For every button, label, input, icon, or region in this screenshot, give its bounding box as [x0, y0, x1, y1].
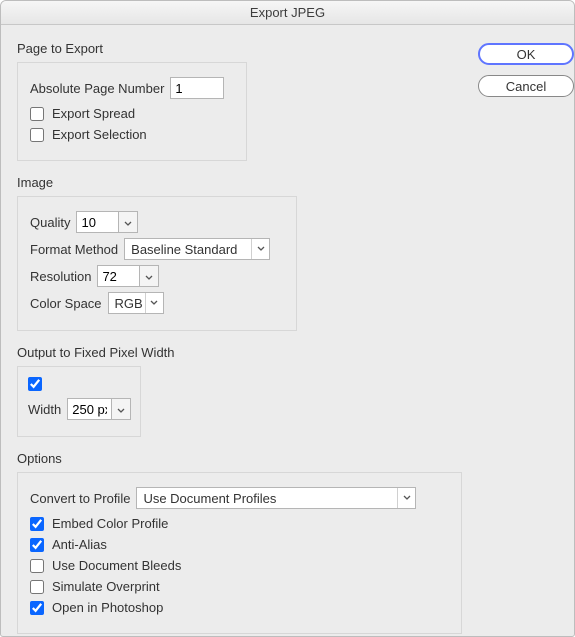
quality-input[interactable]: [76, 211, 118, 233]
quality-label: Quality: [30, 215, 70, 230]
embed-color-profile-checkbox[interactable]: [30, 517, 44, 531]
ok-button[interactable]: OK: [478, 43, 574, 65]
color-space-value: RGB: [115, 296, 143, 311]
resolution-input[interactable]: [97, 265, 139, 287]
resolution-label: Resolution: [30, 269, 91, 284]
convert-profile-value: Use Document Profiles: [143, 491, 276, 506]
open-in-photoshop-label: Open in Photoshop: [52, 600, 163, 615]
export-selection-checkbox[interactable]: [30, 128, 44, 142]
convert-profile-select[interactable]: Use Document Profiles: [136, 487, 416, 509]
export-jpeg-dialog: Export JPEG Page to Export Absolute Page…: [0, 0, 575, 637]
export-spread-label: Export Spread: [52, 106, 135, 121]
absolute-page-number-input[interactable]: [170, 77, 224, 99]
anti-alias-checkbox[interactable]: [30, 538, 44, 552]
width-label: Width: [28, 402, 61, 417]
chevron-down-icon: [145, 293, 163, 313]
output-fixed-width-checkbox[interactable]: [28, 377, 42, 391]
output-group: Width: [17, 366, 141, 437]
chevron-down-icon: [397, 488, 415, 508]
image-heading: Image: [17, 175, 462, 190]
chevron-down-icon: [124, 215, 132, 230]
quality-combo[interactable]: [76, 211, 138, 233]
chevron-down-icon: [117, 402, 125, 417]
color-space-label: Color Space: [30, 296, 102, 311]
chevron-down-icon: [251, 239, 269, 259]
format-method-value: Baseline Standard: [131, 242, 237, 257]
export-selection-label: Export Selection: [52, 127, 147, 142]
output-heading: Output to Fixed Pixel Width: [17, 345, 462, 360]
use-document-bleeds-checkbox[interactable]: [30, 559, 44, 573]
width-input[interactable]: [67, 398, 111, 420]
width-combo[interactable]: [67, 398, 131, 420]
dialog-title: Export JPEG: [1, 1, 574, 25]
quality-dropdown-button[interactable]: [118, 211, 138, 233]
page-export-group: Absolute Page Number Export Spread Expor…: [17, 62, 247, 161]
options-group: Convert to Profile Use Document Profiles…: [17, 472, 462, 634]
format-method-select[interactable]: Baseline Standard: [124, 238, 270, 260]
options-heading: Options: [17, 451, 462, 466]
color-space-select[interactable]: RGB: [108, 292, 164, 314]
convert-profile-label: Convert to Profile: [30, 491, 130, 506]
export-spread-checkbox[interactable]: [30, 107, 44, 121]
width-dropdown-button[interactable]: [111, 398, 131, 420]
resolution-dropdown-button[interactable]: [139, 265, 159, 287]
open-in-photoshop-checkbox[interactable]: [30, 601, 44, 615]
anti-alias-label: Anti-Alias: [52, 537, 107, 552]
simulate-overprint-checkbox[interactable]: [30, 580, 44, 594]
simulate-overprint-label: Simulate Overprint: [52, 579, 160, 594]
embed-color-profile-label: Embed Color Profile: [52, 516, 168, 531]
chevron-down-icon: [145, 269, 153, 284]
absolute-page-number-label: Absolute Page Number: [30, 81, 164, 96]
use-document-bleeds-label: Use Document Bleeds: [52, 558, 181, 573]
image-group: Quality Format Method Baseline Standard: [17, 196, 297, 331]
format-method-label: Format Method: [30, 242, 118, 257]
resolution-combo[interactable]: [97, 265, 159, 287]
page-export-heading: Page to Export: [17, 41, 462, 56]
cancel-button[interactable]: Cancel: [478, 75, 574, 97]
